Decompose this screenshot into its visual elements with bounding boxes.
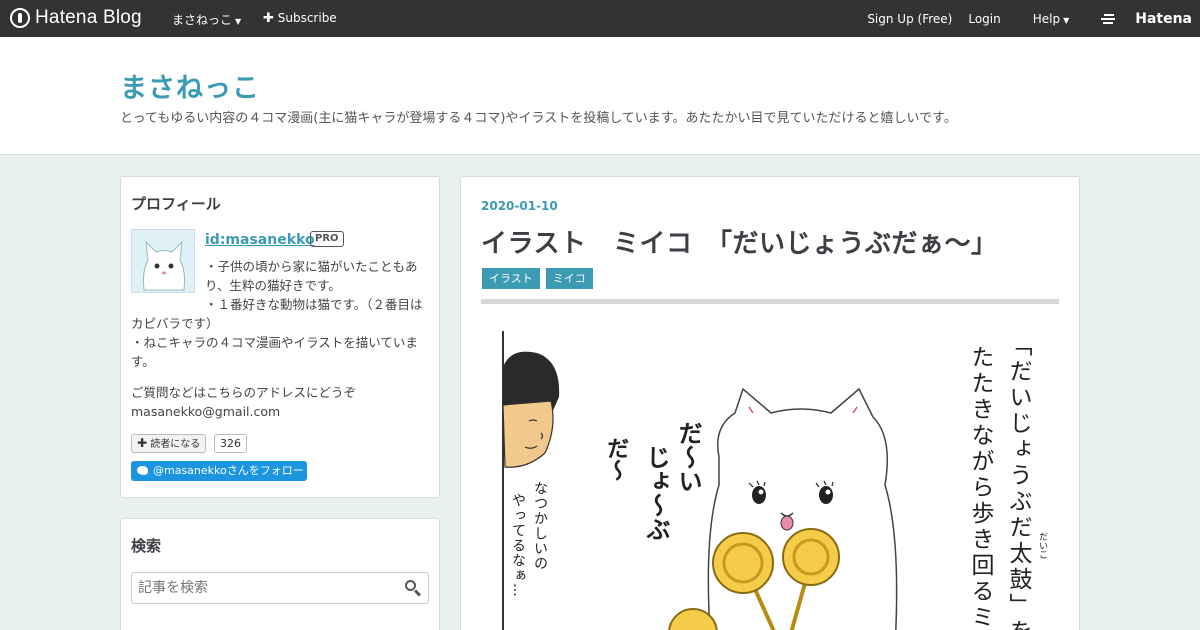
plus-icon: ✚ bbox=[263, 11, 274, 26]
profile-title: プロフィール bbox=[131, 195, 221, 213]
hatena-logo-icon bbox=[1101, 14, 1116, 24]
shout-column-3: だ〜 bbox=[603, 437, 628, 481]
twitter-bird-icon bbox=[137, 466, 148, 475]
shout-column-2: じょ〜ぶ bbox=[642, 445, 670, 541]
hatena-logo[interactable]: Hatena bbox=[1085, 11, 1192, 27]
entry-title[interactable]: イラスト ミイコ 「だいじょうぶだぁ〜」 bbox=[481, 223, 997, 260]
search-input[interactable] bbox=[131, 572, 429, 604]
plus-icon: ✚ bbox=[137, 436, 148, 450]
hatena-blog-logo-icon bbox=[10, 8, 30, 28]
search-title: 検索 bbox=[131, 537, 162, 555]
hatena-blog-logo-text: Hatena Blog bbox=[35, 7, 142, 28]
profile-line-2: ・１番好きな動物は猫です。（２番目はカピバラです） bbox=[131, 297, 423, 331]
twitter-follow-label: @masanekkoさんをフォロー bbox=[153, 464, 304, 477]
hatena-blog-logo[interactable]: Hatena Blog bbox=[10, 7, 142, 29]
category-tag[interactable]: ミイコ bbox=[545, 268, 593, 289]
reader-label: 読者になる bbox=[150, 439, 201, 450]
entry-illustration: 「だいじょうぶだ太鼓」を たたきながら歩き回るミ だいこ だ〜い じょ〜ぶ だ〜… bbox=[481, 317, 1059, 630]
caret-down-icon: ▼ bbox=[235, 17, 242, 26]
boy-speech-column-1: なつかしいの bbox=[532, 481, 548, 571]
hatena-logo-text: Hatena bbox=[1135, 11, 1192, 27]
reader-count: 326 bbox=[214, 434, 247, 453]
global-header-bar: Hatena Blog まさねっこ ▼ ✚ Subscribe Sign Up (… bbox=[0, 0, 1200, 37]
entry-categories: イラスト ミイコ bbox=[482, 268, 599, 289]
shout-column-1: だ〜い bbox=[674, 421, 702, 493]
profile-description: ・子供の頃から家に猫がいたこともあり、生粋の猫好きです。 bbox=[131, 257, 431, 295]
blog-menu-label: まさねっこ bbox=[172, 13, 233, 27]
drum-right bbox=[782, 528, 840, 586]
help-label: Help bbox=[1032, 12, 1061, 26]
profile-line-3: ・ねこキャラの４コマ漫画やイラストを描いています。 bbox=[131, 335, 418, 369]
furigana: だいこ bbox=[1037, 532, 1047, 559]
global-header-right: Sign Up (Free) Login Help ▼ Hatena bbox=[851, 11, 1192, 27]
category-tag[interactable]: イラスト bbox=[482, 268, 540, 289]
drum-left bbox=[712, 532, 774, 594]
narration-column-1: 「だいじょうぶだ太鼓」を bbox=[1005, 333, 1031, 630]
boy-speech-column-2: やってるなぁ… bbox=[510, 493, 526, 598]
blog-description: とってもゆるい内容の４コマ漫画(主に猫キャラが登場する４コマ)やイラストを投稿し… bbox=[120, 111, 957, 126]
blog-header: まさねっこ とってもゆるい内容の４コマ漫画(主に猫キャラが登場する４コマ)やイラ… bbox=[0, 37, 1200, 155]
narration-column-2: たたきながら歩き回るミ bbox=[967, 345, 993, 630]
profile-id-link[interactable]: id:masanekko bbox=[205, 232, 315, 248]
profile-module: プロフィール id:masanekko PRO ・子供の頃から家に猫がいたことも… bbox=[120, 176, 440, 498]
caret-down-icon: ▼ bbox=[1063, 16, 1070, 25]
pro-badge: PRO bbox=[310, 231, 344, 247]
entry-divider bbox=[481, 299, 1059, 304]
contact-email: masanekko@gmail.com bbox=[131, 404, 281, 419]
entry-date[interactable]: 2020-01-10 bbox=[481, 199, 558, 213]
profile-description-cont: ・１番好きな動物は猫です。（２番目はカピバラです） ・ねこキャラの４コマ漫画やイ… bbox=[131, 295, 431, 371]
help-dropdown[interactable]: Help ▼ bbox=[1017, 12, 1070, 26]
blog-title[interactable]: まさねっこ bbox=[120, 66, 260, 105]
login-link[interactable]: Login bbox=[968, 12, 1000, 26]
profile-line-1: ・子供の頃から家に猫がいたこともあり、生粋の猫好きです。 bbox=[205, 259, 418, 293]
search-module: 検索 bbox=[120, 518, 440, 630]
subscribe-button[interactable]: ✚ Subscribe bbox=[263, 11, 337, 26]
signup-link[interactable]: Sign Up (Free) bbox=[867, 12, 952, 26]
search-icon[interactable] bbox=[405, 580, 422, 597]
twitter-follow-button[interactable]: @masanekkoさんをフォロー bbox=[131, 461, 307, 481]
boy-face bbox=[502, 400, 554, 468]
contact-line-1: ご質問などはこちらのアドレスにどうぞ bbox=[131, 385, 357, 400]
subscribe-reader-button[interactable]: ✚ 読者になる bbox=[131, 434, 207, 453]
subscribe-label: Subscribe bbox=[277, 11, 337, 25]
blog-menu-dropdown[interactable]: まさねっこ ▼ bbox=[172, 11, 241, 28]
entry-article: 2020-01-10 イラスト ミイコ 「だいじょうぶだぁ〜」 イラスト ミイコ bbox=[460, 176, 1080, 630]
profile-contact: ご質問などはこちらのアドレスにどうぞ masanekko@gmail.com bbox=[131, 383, 431, 421]
